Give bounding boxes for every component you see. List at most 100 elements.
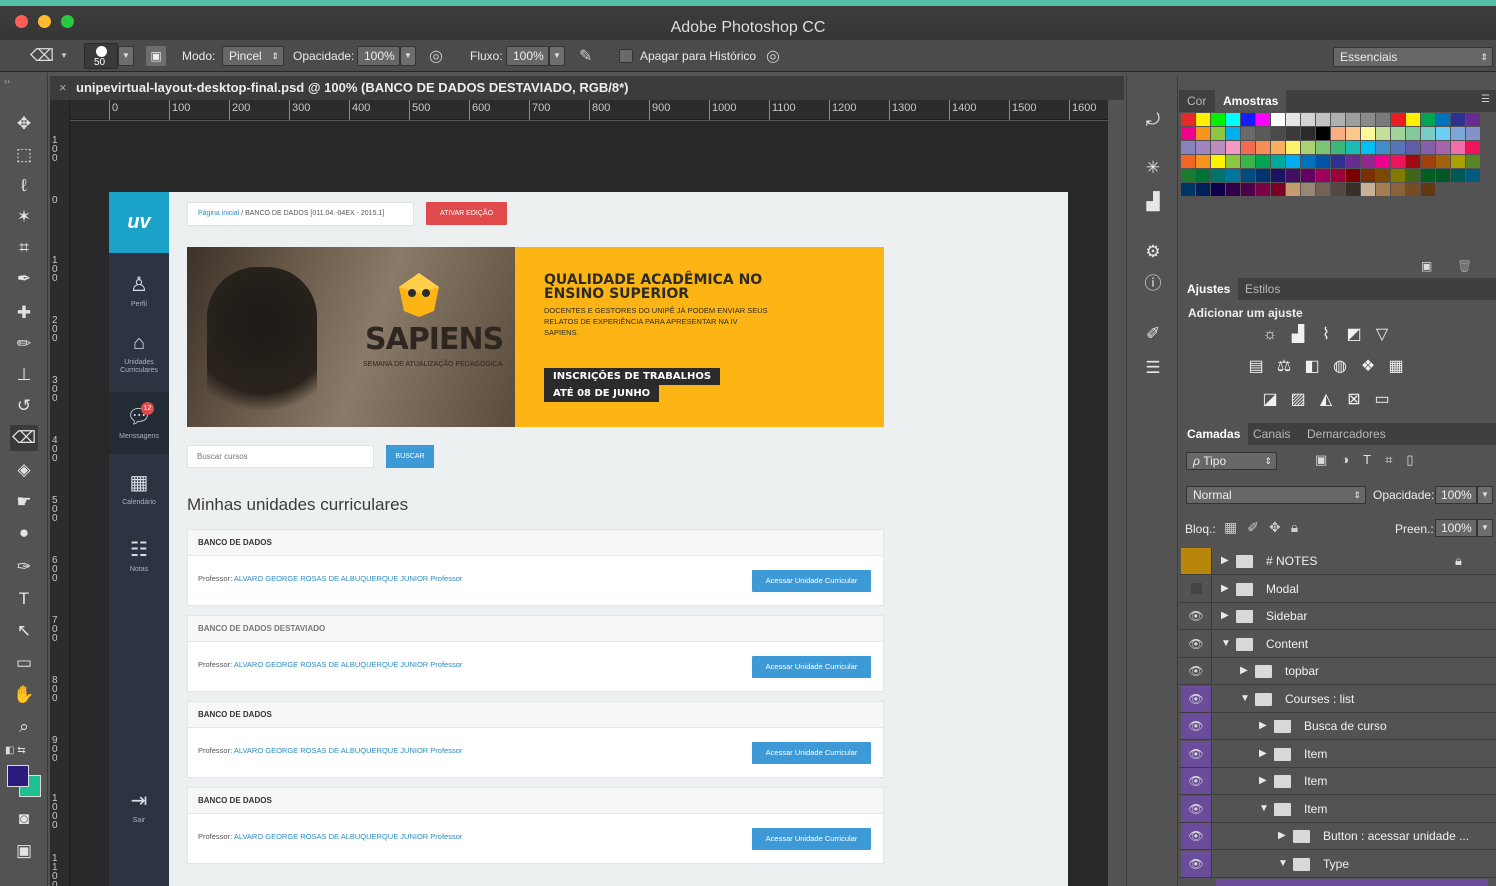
color-swatch[interactable]: [1391, 183, 1405, 196]
expand-arrow-icon[interactable]: ▶: [1221, 555, 1229, 566]
color-swatch[interactable]: [1391, 141, 1405, 154]
minimize-window-button[interactable]: [38, 15, 51, 28]
color-swatch[interactable]: [1376, 127, 1390, 140]
color-swatch[interactable]: [1346, 113, 1360, 126]
color-swatch[interactable]: [1421, 183, 1435, 196]
breadcrumb-home-link[interactable]: Página inicial: [198, 210, 239, 217]
layer-filter-icons[interactable]: ▣◑T⌗▯: [1315, 452, 1428, 468]
sidebar-item-unidades[interactable]: ⌂ Unidades Curriculares: [109, 332, 169, 375]
channel-mixer-icon[interactable]: ❖: [1357, 356, 1379, 378]
clone-stamp-tool-icon[interactable]: ⊥: [10, 362, 38, 388]
color-lookup-icon[interactable]: ▦: [1385, 356, 1407, 378]
access-course-button[interactable]: Acessar Unidade Curricular: [752, 570, 871, 592]
color-swatch[interactable]: [1226, 169, 1240, 182]
color-swatch[interactable]: [1331, 127, 1345, 140]
maximize-window-button[interactable]: [61, 15, 74, 28]
curves-icon[interactable]: ⌇: [1315, 324, 1337, 346]
color-swatch[interactable]: [1271, 169, 1285, 182]
pen-tool-icon[interactable]: ✑: [10, 554, 38, 580]
color-swatch[interactable]: [1346, 127, 1360, 140]
color-swatch[interactable]: [1256, 113, 1270, 126]
color-swatch[interactable]: [1391, 127, 1405, 140]
invert-icon[interactable]: ◪: [1259, 389, 1281, 411]
eye-icon[interactable]: 👁︎: [1181, 823, 1212, 849]
color-swatch[interactable]: [1436, 155, 1450, 168]
color-swatch[interactable]: [1256, 183, 1270, 196]
tool-presets-icon[interactable]: ⚙: [1141, 240, 1165, 264]
color-swatch[interactable]: [1436, 169, 1450, 182]
color-swatch[interactable]: [1451, 127, 1465, 140]
layer-row[interactable]: ▶ Modal: [1179, 576, 1496, 603]
color-swatch[interactable]: [1421, 141, 1435, 154]
sidebar-item-mensagens[interactable]: 💬︎ Menssagens 12: [109, 392, 169, 454]
promo-banner[interactable]: SAPIENS SEMANA DE ATUALIZAÇÃO PEDAGÓGICA…: [187, 247, 884, 427]
sidebar-item-calendario[interactable]: ▦ Calendário: [109, 470, 169, 506]
color-swatch[interactable]: [1226, 183, 1240, 196]
paint-bucket-tool-icon[interactable]: ◈: [10, 457, 38, 483]
sidebar-item-perfil[interactable]: ♙ Perfil: [109, 272, 169, 308]
color-swatch[interactable]: [1271, 113, 1285, 126]
selected-layer-strip[interactable]: [1216, 879, 1488, 886]
color-swatch[interactable]: [1241, 127, 1255, 140]
eye-icon[interactable]: 👁︎: [1181, 686, 1212, 712]
color-swatch[interactable]: [1331, 169, 1345, 182]
color-swatch[interactable]: [1196, 127, 1210, 140]
color-swatch[interactable]: [1436, 127, 1450, 140]
blend-mode-select[interactable]: Normal ⇕: [1186, 486, 1366, 504]
rectangle-tool-icon[interactable]: ▭: [10, 650, 38, 676]
eye-icon[interactable]: 👁︎: [1181, 796, 1212, 822]
eraser-tool-icon-active[interactable]: ⌫: [10, 425, 38, 451]
color-swatch[interactable]: [1316, 169, 1330, 182]
tab-camadas[interactable]: Camadas: [1179, 423, 1249, 445]
layer-row[interactable]: 👁︎ ▼ Content: [1179, 631, 1496, 658]
pressure-opacity-icon[interactable]: ◎: [429, 46, 443, 66]
color-swatch[interactable]: [1376, 155, 1390, 168]
color-swatch[interactable]: [1226, 155, 1240, 168]
layer-row[interactable]: 👁︎ ▼ Item: [1179, 796, 1496, 823]
professor-link[interactable]: ALVARO GEORGE ROSAS DE ALBUQUERQUE JUNIO…: [234, 660, 463, 669]
collapse-arrow-icon[interactable]: ▼: [1259, 803, 1269, 814]
panel-menu-icon[interactable]: ☰: [1481, 94, 1490, 105]
color-swatch[interactable]: [1226, 141, 1240, 154]
marquee-tool-icon[interactable]: ⬚: [10, 142, 38, 168]
color-swatch[interactable]: [1316, 155, 1330, 168]
layer-row[interactable]: 👁︎ ▶ Item: [1179, 768, 1496, 795]
color-swatch[interactable]: [1271, 155, 1285, 168]
sidebar-item-notas[interactable]: ☷ Notas: [109, 537, 169, 573]
color-swatch[interactable]: [1181, 141, 1195, 154]
color-swatch[interactable]: [1181, 183, 1195, 196]
selective-color-icon[interactable]: ⊠: [1343, 389, 1365, 411]
exposure-icon[interactable]: ◩: [1343, 324, 1365, 346]
foreground-color-swatch[interactable]: [7, 765, 29, 787]
workspace-select[interactable]: Essenciais ⇕: [1333, 47, 1493, 67]
tab-ajustes[interactable]: Ajustes: [1179, 278, 1239, 300]
layer-filter-select[interactable]: ρ Tipo ⇕: [1186, 452, 1277, 470]
color-swatch[interactable]: [1286, 127, 1300, 140]
color-swatch[interactable]: [1241, 169, 1255, 182]
tab-estilos[interactable]: Estilos: [1237, 278, 1288, 300]
crop-tool-icon[interactable]: ⌗: [10, 235, 38, 261]
brush-presets-icon[interactable]: ✐: [1141, 322, 1165, 346]
opacity-arrow[interactable]: ▼: [400, 46, 416, 66]
default-colors-icon[interactable]: ◧ ⇆: [5, 745, 26, 756]
color-swatch[interactable]: [1241, 113, 1255, 126]
hand-tool-icon[interactable]: ✋: [10, 682, 38, 708]
move-tool-icon[interactable]: ✥: [10, 111, 38, 137]
color-swatch[interactable]: [1421, 169, 1435, 182]
color-swatch[interactable]: [1331, 113, 1345, 126]
layer-row[interactable]: 👁︎ ▶ Item: [1179, 741, 1496, 768]
document-tab[interactable]: × unipevirtual-layout-desktop-final.psd …: [50, 76, 1124, 100]
color-swatch[interactable]: [1436, 141, 1450, 154]
document-canvas[interactable]: uv ♙ Perfil ⌂ Unidades Curriculares 💬︎ M…: [109, 192, 1068, 886]
eye-icon[interactable]: 👁︎: [1181, 851, 1212, 877]
expand-arrow-icon[interactable]: ▶: [1259, 775, 1267, 786]
opacity-input[interactable]: 100%: [357, 46, 400, 66]
info-panel-icon[interactable]: ⓘ: [1141, 272, 1165, 296]
history-panel-icon[interactable]: ⤾: [1141, 108, 1165, 132]
color-swatch[interactable]: [1406, 155, 1420, 168]
histogram-panel-icon[interactable]: ▟: [1141, 190, 1165, 214]
color-swatch[interactable]: [1346, 155, 1360, 168]
color-swatch[interactable]: [1241, 141, 1255, 154]
color-swatch[interactable]: [1286, 155, 1300, 168]
new-swatch-icon[interactable]: ▣: [1421, 259, 1432, 273]
